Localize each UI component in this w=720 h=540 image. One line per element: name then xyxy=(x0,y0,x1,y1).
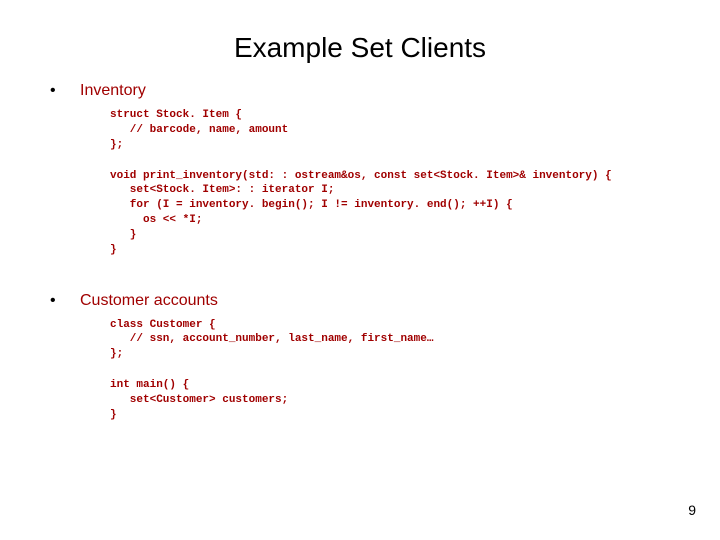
bullet-label: Customer accounts xyxy=(80,292,218,310)
slide-title: Example Set Clients xyxy=(0,0,720,82)
code-print-inventory: void print_inventory(std: : ostream&os, … xyxy=(110,169,690,258)
bullet-customer-accounts: • Customer accounts xyxy=(50,292,690,310)
code-class-customer: class Customer { // ssn, account_number,… xyxy=(110,318,690,363)
bullet-dot-icon: • xyxy=(50,82,80,100)
code-struct-stockitem: struct Stock. Item { // barcode, name, a… xyxy=(110,108,690,153)
slide: Example Set Clients • Inventory struct S… xyxy=(0,0,720,540)
bullet-inventory: • Inventory xyxy=(50,82,690,100)
code-main: int main() { set<Customer> customers; } xyxy=(110,378,690,423)
page-number: 9 xyxy=(688,502,696,518)
slide-body: • Inventory struct Stock. Item { // barc… xyxy=(0,82,720,423)
bullet-dot-icon: • xyxy=(50,292,80,310)
bullet-label: Inventory xyxy=(80,82,146,100)
